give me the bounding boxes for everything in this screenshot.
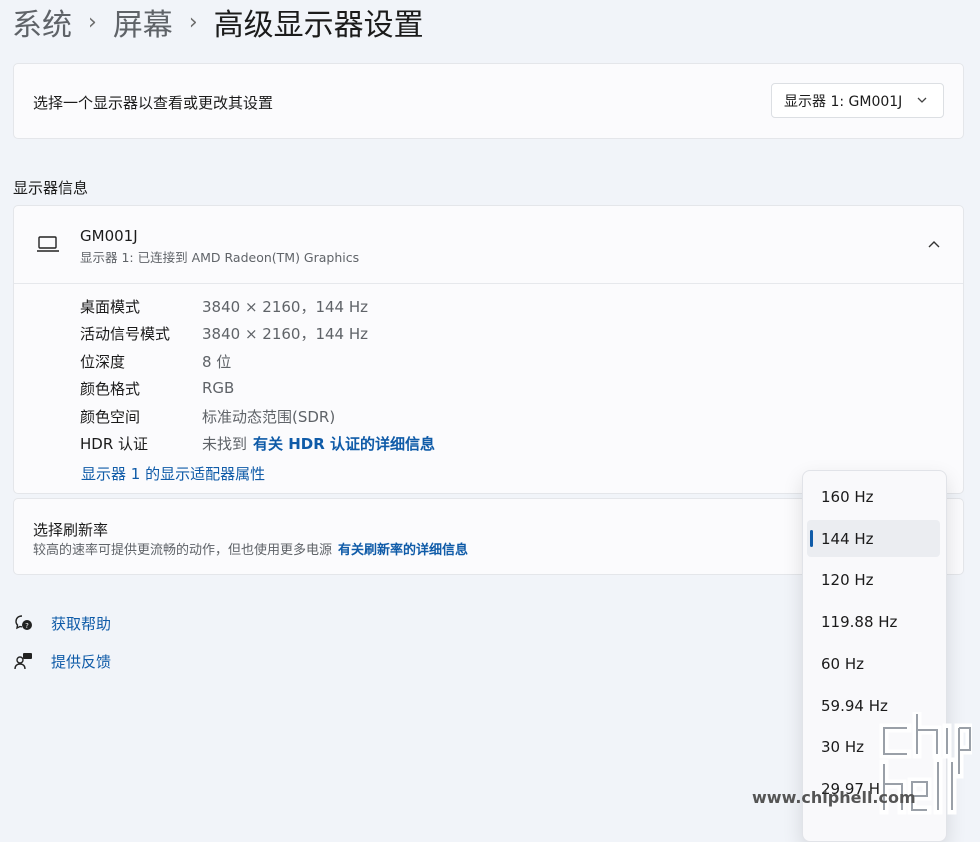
info-label: 颜色空间 bbox=[80, 407, 141, 426]
breadcrumb: 系统 › 屏幕 › 高级显示器设置 bbox=[12, 0, 424, 44]
info-value: RGB bbox=[202, 379, 235, 397]
breadcrumb-display[interactable]: 屏幕 bbox=[113, 0, 173, 44]
monitor-select-label: 选择一个显示器以查看或更改其设置 bbox=[33, 94, 274, 112]
get-help-link[interactable]: ? 获取帮助 bbox=[13, 612, 111, 634]
chevron-down-icon bbox=[913, 91, 931, 113]
feedback-person-icon bbox=[13, 650, 35, 672]
info-row-color-format: 颜色格式 RGB bbox=[80, 376, 234, 400]
breadcrumb-separator: › bbox=[188, 9, 198, 35]
info-value: 未找到 bbox=[202, 434, 248, 453]
monitor-subtitle: 显示器 1: 已连接到 AMD Radeon(TM) Graphics bbox=[80, 250, 360, 265]
chevron-up-icon[interactable] bbox=[923, 234, 945, 256]
info-label: 位深度 bbox=[80, 352, 126, 371]
section-title-display-info: 显示器信息 bbox=[13, 179, 89, 197]
refresh-option[interactable]: 60 Hz bbox=[807, 645, 940, 682]
info-value: 3840 × 2160，144 Hz bbox=[202, 324, 369, 343]
info-label: HDR 认证 bbox=[80, 434, 149, 453]
refresh-option[interactable]: 119.88 Hz bbox=[807, 603, 940, 640]
get-help-label: 获取帮助 bbox=[51, 614, 112, 633]
page-title: 高级显示器设置 bbox=[213, 8, 424, 43]
monitor-select-card: 选择一个显示器以查看或更改其设置 显示器 1: GM001J bbox=[13, 63, 964, 139]
refresh-rate-description-text: 较高的速率可提供更流畅的动作，但也使用更多电源 bbox=[33, 543, 333, 558]
refresh-option[interactable]: 120 Hz bbox=[807, 561, 940, 598]
refresh-option-selected[interactable]: 144 Hz bbox=[807, 520, 940, 557]
refresh-option[interactable]: 160 Hz bbox=[807, 478, 940, 515]
info-label: 桌面模式 bbox=[80, 297, 141, 316]
selection-indicator bbox=[810, 530, 813, 547]
chiphell-watermark: www.chiphell.com bbox=[752, 709, 975, 822]
info-row-desktop-mode: 桌面模式 3840 × 2160，144 Hz bbox=[80, 294, 368, 318]
display-info-header[interactable]: GM001J 显示器 1: 已连接到 AMD Radeon(TM) Graphi… bbox=[14, 206, 963, 284]
refresh-rate-info-link[interactable]: 有关刷新率的详细信息 bbox=[338, 543, 468, 558]
hdr-cert-link[interactable]: 有关 HDR 认证的详细信息 bbox=[253, 433, 435, 454]
feedback-label: 提供反馈 bbox=[51, 652, 112, 671]
info-value: 8 位 bbox=[202, 352, 232, 371]
info-value: 3840 × 2160，144 Hz bbox=[202, 297, 369, 316]
info-label: 颜色格式 bbox=[80, 379, 141, 398]
watermark-url: www.chiphell.com bbox=[752, 788, 916, 807]
refresh-rate-description: 较高的速率可提供更流畅的动作，但也使用更多电源 有关刷新率的详细信息 bbox=[33, 539, 468, 558]
monitor-dropdown-value: 显示器 1: GM001J bbox=[784, 93, 903, 110]
breadcrumb-separator: › bbox=[88, 9, 97, 35]
info-row-hdr-certification: HDR 认证 未找到 有关 HDR 认证的详细信息 bbox=[80, 431, 435, 455]
monitor-name: GM001J bbox=[80, 227, 138, 245]
monitor-dropdown[interactable]: 显示器 1: GM001J bbox=[771, 83, 944, 118]
laptop-icon bbox=[36, 235, 60, 257]
svg-text:?: ? bbox=[25, 622, 29, 630]
info-row-color-space: 颜色空间 标准动态范围(SDR) bbox=[80, 404, 335, 428]
feedback-link[interactable]: 提供反馈 bbox=[13, 650, 111, 672]
help-chat-icon: ? bbox=[13, 612, 35, 634]
info-label: 活动信号模式 bbox=[80, 324, 171, 343]
breadcrumb-system[interactable]: 系统 bbox=[12, 0, 72, 44]
display-info-card: GM001J 显示器 1: 已连接到 AMD Radeon(TM) Graphi… bbox=[13, 205, 964, 494]
info-value: 标准动态范围(SDR) bbox=[202, 407, 336, 426]
info-row-bit-depth: 位深度 8 位 bbox=[80, 349, 231, 373]
adapter-properties-link[interactable]: 显示器 1 的显示适配器属性 bbox=[81, 463, 265, 484]
info-row-active-signal-mode: 活动信号模式 3840 × 2160，144 Hz bbox=[80, 321, 368, 345]
refresh-rate-title: 选择刷新率 bbox=[33, 521, 109, 539]
